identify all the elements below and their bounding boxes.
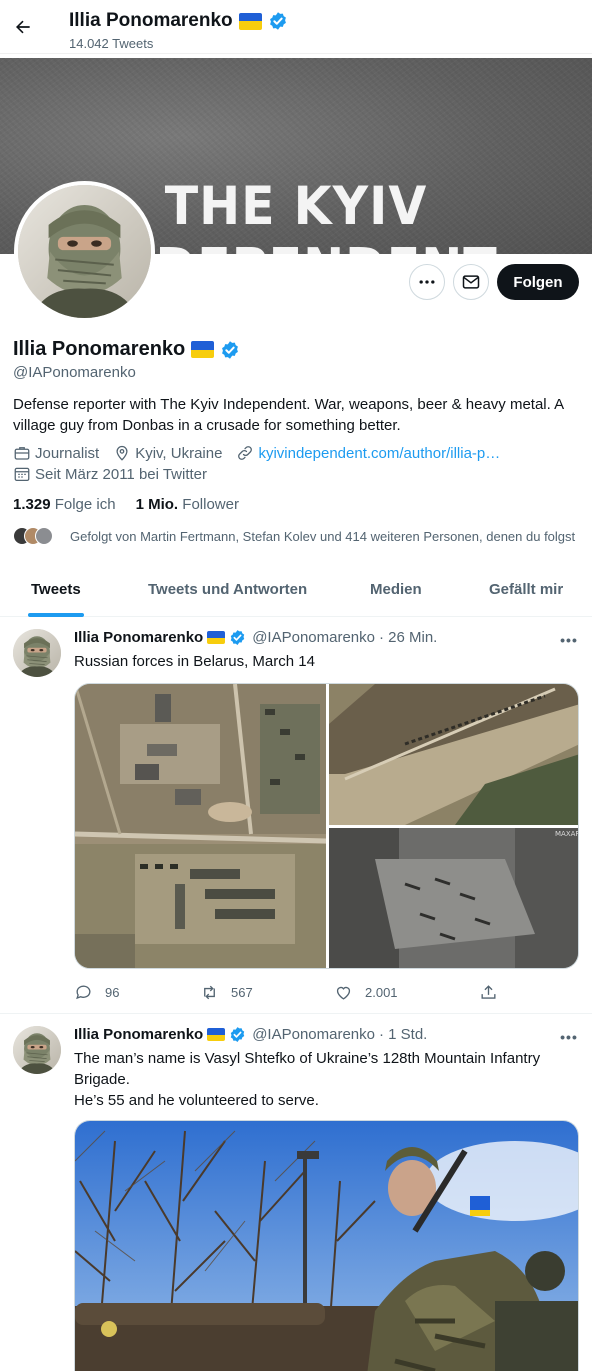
reply-count: 96 — [105, 985, 120, 1000]
like-button[interactable]: 2.001 — [334, 983, 398, 1002]
verified-badge-icon — [220, 340, 240, 360]
profile-bio: Defense reporter with The Kyiv Independe… — [13, 396, 564, 434]
tweet-author-name[interactable]: Illia Ponomarenko — [74, 629, 203, 646]
tweet-author-handle[interactable]: @IAPonomarenko — [252, 1026, 375, 1043]
profile-location: Kyiv, Ukraine — [135, 444, 223, 462]
retweet-button[interactable]: 567 — [200, 983, 253, 1002]
tab-tweets-and-replies[interactable]: Tweets und Antworten — [148, 581, 307, 598]
tweet-timestamp[interactable]: · 26 Min. — [379, 629, 437, 646]
tweet-timestamp[interactable]: · 1 Std. — [379, 1026, 427, 1043]
profile-avatar[interactable] — [14, 181, 155, 322]
profile-tabs: Tweets Tweets und Antworten Medien Gefäl… — [0, 566, 592, 617]
top-bar: Illia Ponomarenko 14.042 Tweets — [0, 0, 592, 54]
more-options-button[interactable] — [409, 264, 445, 300]
avatar-image — [13, 1026, 61, 1074]
tweet-text-line: He’s 55 and he volunteered to serve. — [74, 1092, 319, 1109]
share-button[interactable] — [479, 983, 498, 1002]
reply-button[interactable]: 96 — [74, 983, 119, 1002]
tweet[interactable]: Illia Ponomarenko @IAPonomarenko · 1 Std… — [0, 1014, 592, 1371]
tweet-author-name[interactable]: Illia Ponomarenko — [74, 1026, 203, 1043]
profile-job: Journalist — [35, 444, 100, 462]
tweet-header: Illia Ponomarenko @IAPonomarenko · 26 Mi… — [74, 629, 437, 646]
followed-by-text: Gefolgt von Martin Fertmann, Stefan Kole… — [70, 528, 576, 544]
profile-name-row: Illia Ponomarenko — [13, 338, 240, 361]
tweet-more-button[interactable]: ••• — [556, 630, 582, 650]
profile-joined: Seit März 2011 bei Twitter — [35, 465, 208, 483]
retweet-icon — [204, 985, 215, 1000]
message-button[interactable] — [453, 264, 489, 300]
back-arrow-icon — [16, 20, 30, 34]
like-icon — [336, 986, 351, 1000]
like-count: 2.001 — [365, 985, 398, 1000]
tweet-text: Russian forces in Belarus, March 14 — [74, 653, 315, 670]
following-stat[interactable]: 1.329 Folge ich — [13, 496, 116, 513]
profile-website-link[interactable]: kyivindependent.com/author/illia-p… — [258, 445, 500, 462]
profile-name: Illia Ponomarenko — [13, 338, 186, 360]
maxar-watermark: MAXAR — [555, 830, 579, 838]
tweet-header: Illia Ponomarenko @IAPonomarenko · 1 Std… — [74, 1026, 427, 1043]
location-icon — [116, 445, 128, 461]
retweet-count: 567 — [231, 985, 253, 1000]
tweet-author-handle[interactable]: @IAPonomarenko — [252, 629, 375, 646]
follower-avatar — [35, 527, 53, 545]
tweet-avatar[interactable] — [13, 1026, 61, 1074]
tweet-media[interactable] — [74, 1120, 579, 1371]
tweet-avatar[interactable] — [13, 629, 61, 677]
mail-icon — [462, 275, 480, 289]
tweet[interactable]: Illia Ponomarenko @IAPonomarenko · 26 Mi… — [0, 617, 592, 1013]
reply-icon — [76, 985, 91, 1000]
profile-handle: @IAPonomarenko — [13, 364, 136, 381]
header-title: Illia Ponomarenko — [69, 10, 288, 32]
avatar-image — [18, 185, 151, 318]
ukraine-flag-icon — [207, 1028, 226, 1041]
following-count: 1.329 — [13, 496, 51, 513]
tweet-text-line: The man’s name is Vasyl Shtefko of Ukrai… — [74, 1050, 541, 1088]
share-icon — [481, 985, 496, 999]
briefcase-icon — [14, 447, 30, 460]
link-icon — [238, 446, 253, 460]
followed-by-row[interactable]: Gefolgt von Martin Fertmann, Stefan Kole… — [13, 527, 575, 545]
followers-stat[interactable]: 1 Mio. Follower — [136, 496, 239, 513]
followers-count: 1 Mio. — [135, 496, 179, 513]
ukraine-flag-icon — [207, 631, 226, 644]
header-tweet-count: 14.042 Tweets — [69, 36, 154, 51]
tweet-more-button[interactable]: ••• — [556, 1027, 582, 1047]
profile-stats: 1.329 Folge ich 1 Mio. Follower — [13, 496, 239, 513]
tweet-actions: 96 567 2.001 — [74, 983, 504, 1007]
more-icon — [419, 280, 435, 284]
satellite-images[interactable]: MAXAR — [75, 684, 579, 969]
header-name: Illia Ponomarenko — [69, 10, 233, 31]
tab-tweets[interactable]: Tweets — [31, 581, 81, 598]
back-button[interactable] — [8, 12, 38, 42]
tweet-media-grid: MAXAR — [74, 683, 579, 969]
ukraine-flag-icon — [191, 341, 215, 358]
tab-media[interactable]: Medien — [370, 581, 422, 598]
follow-button[interactable]: Folgen — [497, 264, 579, 300]
tweet-text: The man’s name is Vasyl Shtefko of Ukrai… — [74, 1048, 554, 1111]
followers-label: Follower — [182, 496, 239, 513]
verified-badge-icon — [229, 1026, 246, 1043]
profile-meta-row: Journalist Kyiv, Ukraine kyivindependent… — [13, 444, 500, 462]
soldier-photo — [75, 1121, 578, 1371]
following-label: Folge ich — [54, 496, 116, 513]
verified-badge-icon — [229, 629, 246, 646]
verified-badge-icon — [268, 11, 288, 31]
profile-joined-row: Seit März 2011 bei Twitter — [13, 465, 207, 483]
tab-likes[interactable]: Gefällt mir — [489, 581, 563, 598]
calendar-icon — [14, 467, 30, 482]
ukraine-flag-icon — [238, 12, 262, 30]
avatar-image — [13, 629, 61, 677]
